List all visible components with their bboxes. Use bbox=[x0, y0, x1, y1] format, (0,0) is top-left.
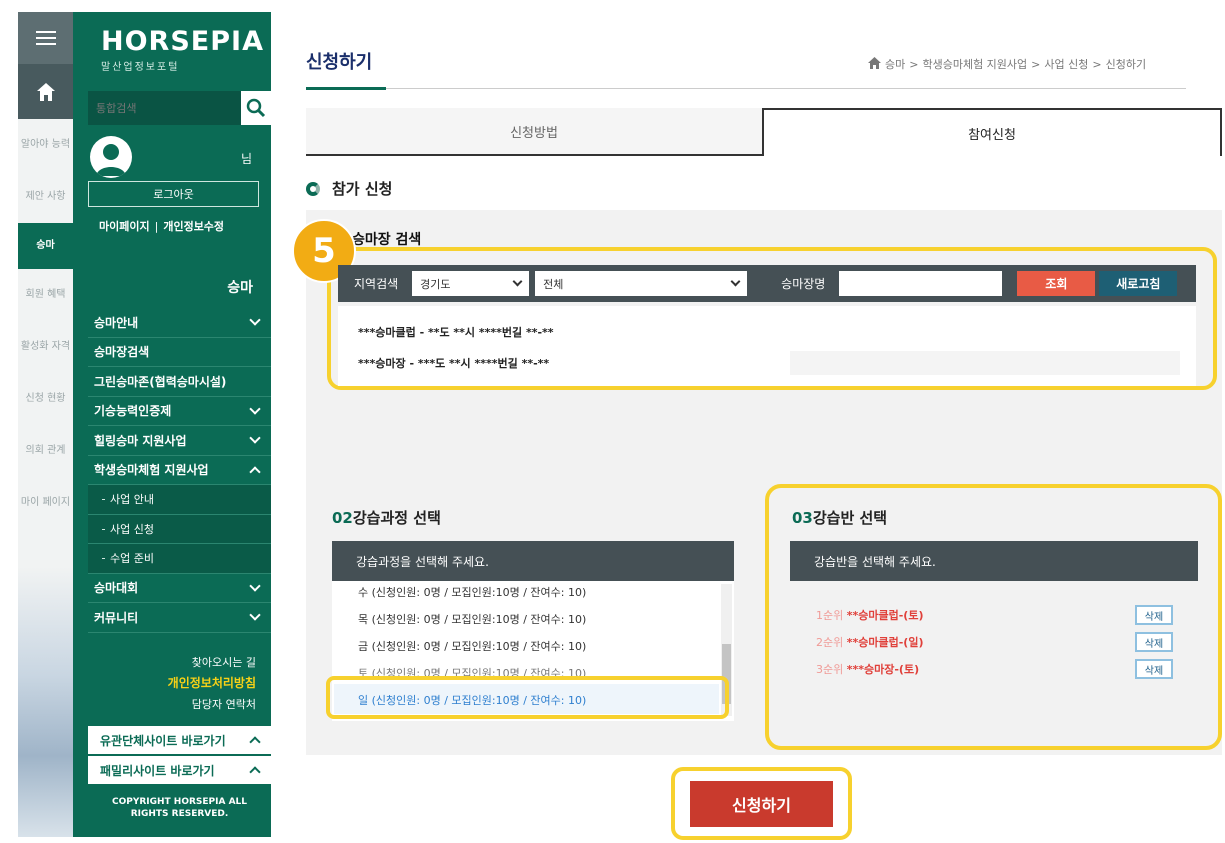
chevron-up-icon bbox=[249, 736, 261, 748]
breadcrumb-item[interactable]: 학생승마체험 지원사업 bbox=[922, 58, 1027, 71]
sidebar-nav: 승마안내 승마장검색 그린승마존(협력승마시설) 기승능력인증제 힐링승마 지원… bbox=[88, 308, 271, 633]
copyright: COPYRIGHT HORSEPIA ALL RIGHTS RESERVED. bbox=[111, 797, 248, 819]
section-heading: 참가 신청 bbox=[306, 178, 392, 199]
logout-button[interactable]: 로그아웃 bbox=[88, 181, 259, 207]
sidebar-item-green-zone[interactable]: 그린승마존(협력승마시설) bbox=[88, 367, 271, 397]
sidebar-item-healing-riding[interactable]: 힐링승마 지원사업 bbox=[88, 426, 271, 456]
chevron-down-icon bbox=[249, 609, 261, 621]
rail-item-7[interactable]: 마이 페이지 bbox=[18, 477, 73, 529]
search-icon bbox=[246, 98, 266, 118]
chevron-down-icon bbox=[730, 276, 741, 287]
menu-icon[interactable] bbox=[18, 12, 73, 64]
privacy-policy-link[interactable]: 개인정보처리방침 bbox=[73, 673, 256, 694]
rail-item-4[interactable]: 활성화 자격 bbox=[18, 321, 73, 373]
sidebar-item-riding-certification[interactable]: 기승능력인증제 bbox=[88, 397, 271, 426]
course-item[interactable]: 금 (신청인원: 0명 / 모집인원:10명 / 잔여수: 10) bbox=[358, 638, 586, 654]
sidebar: HORSEPIA 말산업정보포털 님 로그아웃 마이페이지|개인정보수정 승마 … bbox=[73, 12, 271, 837]
search-button[interactable] bbox=[241, 91, 271, 125]
logo[interactable]: HORSEPIA bbox=[101, 26, 264, 57]
decorative-horse-art bbox=[18, 567, 73, 837]
logo-subtitle: 말산업정보포털 bbox=[101, 62, 180, 73]
rail-item-3[interactable]: 회원 혜택 bbox=[18, 269, 73, 321]
user-name-suffix: 님 bbox=[241, 152, 253, 166]
family-sites-button[interactable]: 패밀리사이트 바로가기 bbox=[88, 756, 271, 784]
sidebar-subitem-program-info[interactable]: 사업 안내 bbox=[88, 485, 271, 515]
chevron-up-icon bbox=[249, 766, 261, 778]
stable-name-input[interactable] bbox=[839, 271, 1003, 296]
highlight-selected-course bbox=[326, 676, 729, 719]
stable-filter-bar: 지역검색 경기도 전체 승마장명 조회 새로고침 bbox=[338, 265, 1196, 302]
breadcrumb: 승마 > 학생승마체험 지원사업 > 사업 신청 > 신청하기 bbox=[868, 56, 1223, 72]
sidebar-item-community[interactable]: 커뮤니티 bbox=[88, 603, 271, 633]
chevron-up-icon bbox=[249, 466, 261, 478]
stable-result-list: ***승마클럽 - **도 **시 ****번길 **-** ***승마장 - … bbox=[338, 306, 1196, 386]
stable-name-label: 승마장명 bbox=[781, 277, 826, 291]
sidebar-item-student-riding[interactable]: 학생승마체험 지원사업 bbox=[88, 456, 271, 485]
search-button[interactable]: 조회 bbox=[1017, 271, 1096, 296]
page-title: 신청하기 bbox=[306, 52, 373, 73]
search-input[interactable] bbox=[88, 91, 241, 125]
sidebar-subitem-class-prep[interactable]: 수업 준비 bbox=[88, 544, 271, 574]
sidebar-section-title: 승마 bbox=[227, 280, 253, 296]
result-row-stripe bbox=[790, 351, 1180, 375]
course-item[interactable]: 목 (신청인원: 0명 / 모집인원:10명 / 잔여수: 10) bbox=[358, 611, 586, 627]
home-icon bbox=[868, 57, 881, 69]
rail-item-1[interactable]: 제안 사항 bbox=[18, 171, 73, 223]
highlight-apply-button bbox=[671, 767, 852, 840]
avatar bbox=[90, 136, 132, 178]
rail-item-horse-riding[interactable]: 승마 bbox=[18, 223, 73, 269]
course-panel-header: 강습과정을 선택해 주세요. bbox=[332, 541, 734, 581]
account-links: 마이페이지 | 개인정보수정 bbox=[99, 218, 224, 234]
breadcrumb-item[interactable]: 신청하기 bbox=[1106, 58, 1146, 71]
stable-result-item[interactable]: ***승마장 - ***도 **시 ****번길 **-** bbox=[358, 355, 549, 371]
home-icon[interactable] bbox=[18, 64, 73, 119]
course-item[interactable]: 수 (신청인원: 0명 / 모집인원:10명 / 잔여수: 10) bbox=[358, 584, 586, 600]
sidebar-item-riding-guide[interactable]: 승마안내 bbox=[88, 308, 271, 338]
search-box bbox=[88, 91, 271, 125]
chevron-down-icon bbox=[249, 314, 261, 326]
related-sites-button[interactable]: 유관단체사이트 바로가기 bbox=[88, 726, 271, 754]
district-select[interactable]: 전체 bbox=[535, 271, 748, 296]
directions-link[interactable]: 찾아오시는 길 bbox=[73, 652, 256, 673]
link-separator: | bbox=[154, 220, 159, 233]
region-label: 지역검색 bbox=[354, 277, 399, 291]
mypage-link[interactable]: 마이페이지 bbox=[99, 220, 150, 233]
chevron-down-icon bbox=[512, 276, 523, 287]
title-divider bbox=[306, 88, 1186, 89]
footer-links: 찾아오시는 길 개인정보처리방침 담당자 연락처 bbox=[73, 652, 256, 715]
course-section-title: 02강습과정 선택 bbox=[332, 509, 441, 527]
stable-search-title: 승마장 검색 bbox=[352, 232, 422, 248]
sidebar-subitem-program-apply[interactable]: 사업 신청 bbox=[88, 514, 271, 544]
left-rail: 알아야 능력 제안 사항 승마 회원 혜택 활성화 자격 신청 현황 의회 관계… bbox=[18, 12, 73, 837]
tab-how-to-apply[interactable]: 신청방법 bbox=[306, 108, 762, 156]
sidebar-item-stable-search[interactable]: 승마장검색 bbox=[88, 338, 271, 367]
sidebar-item-competition[interactable]: 승마대회 bbox=[88, 574, 271, 603]
profile-edit-link[interactable]: 개인정보수정 bbox=[163, 220, 224, 233]
refresh-button[interactable]: 새로고침 bbox=[1099, 271, 1178, 296]
rail-item-0[interactable]: 알아야 능력 bbox=[18, 119, 73, 171]
title-accent bbox=[306, 87, 386, 90]
contact-link[interactable]: 담당자 연락처 bbox=[73, 694, 256, 715]
highlight-class-selection bbox=[765, 484, 1222, 750]
breadcrumb-item[interactable]: 승마 bbox=[885, 58, 905, 71]
stable-result-item[interactable]: ***승마클럽 - **도 **시 ****번길 **-** bbox=[358, 324, 554, 340]
chevron-down-icon bbox=[249, 403, 261, 415]
chevron-down-icon bbox=[249, 432, 261, 444]
tab-apply[interactable]: 참여신청 bbox=[762, 108, 1222, 156]
rail-item-5[interactable]: 신청 현황 bbox=[18, 373, 73, 425]
region-select[interactable]: 경기도 bbox=[412, 271, 530, 296]
rail-item-6[interactable]: 의회 관계 bbox=[18, 425, 73, 477]
section-bullet-icon bbox=[306, 181, 320, 196]
breadcrumb-item[interactable]: 사업 신청 bbox=[1044, 58, 1088, 71]
chevron-down-icon bbox=[249, 580, 261, 592]
